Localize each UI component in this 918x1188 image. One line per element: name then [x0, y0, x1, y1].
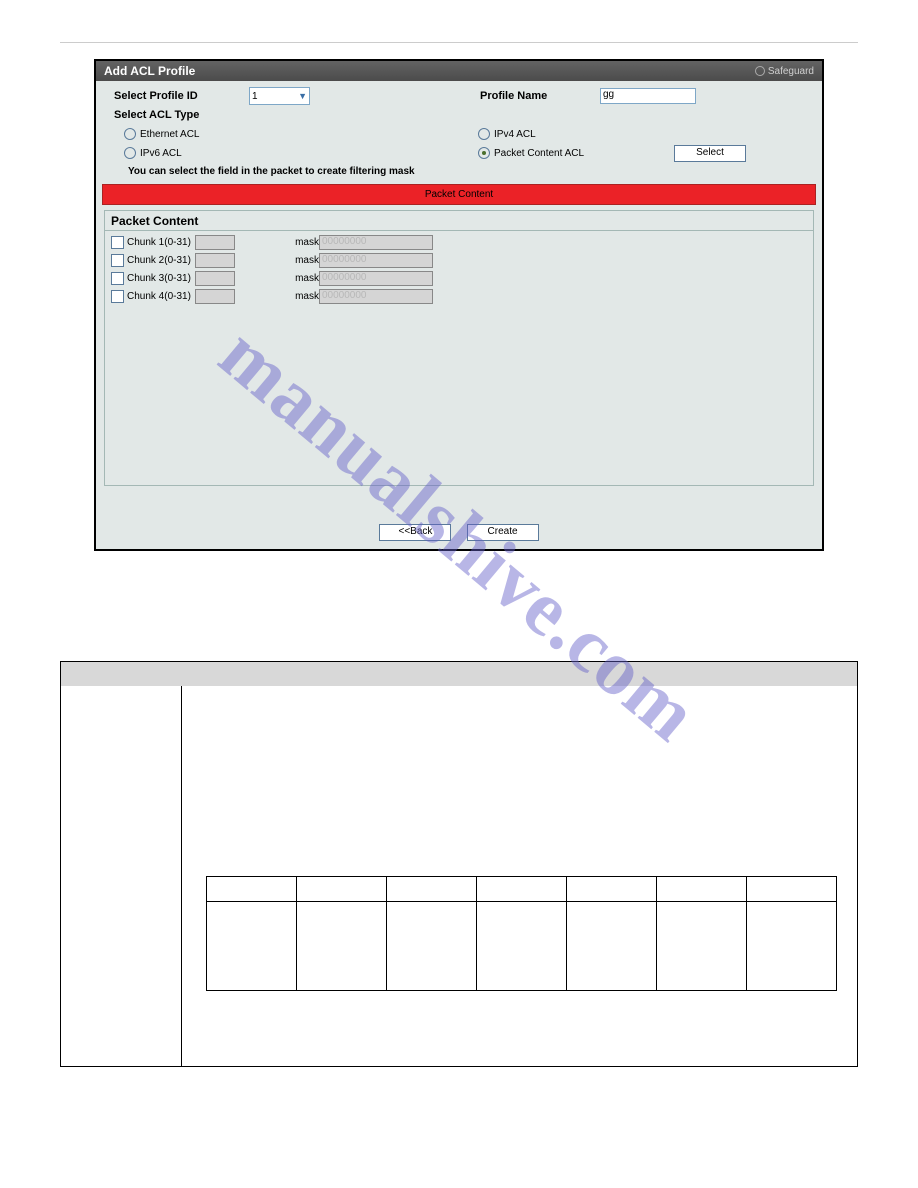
parameter-desc-col — [182, 686, 857, 1066]
chunk2-label: Chunk 2(0-31) — [127, 255, 195, 266]
packet-content-acl-label: Packet Content ACL — [494, 148, 674, 159]
chunk3-label: Chunk 3(0-31) — [127, 273, 195, 284]
chunk1-mask-input[interactable]: 00000000 — [319, 235, 433, 250]
add-acl-profile-dialog: Add ACL Profile Safeguard Select Profile… — [94, 59, 824, 551]
chunk4-mask-label: mask — [291, 291, 319, 302]
chunk3-checkbox[interactable] — [111, 272, 124, 285]
chunk2-checkbox[interactable] — [111, 254, 124, 267]
profile-id-select[interactable]: 1 ▼ — [249, 87, 310, 105]
profile-name-input[interactable]: gg — [600, 88, 696, 104]
back-button[interactable]: <<Back — [379, 524, 451, 541]
byte-layout-table — [206, 876, 837, 991]
instruction-text: You can select the field in the packet t… — [114, 163, 812, 179]
chunk4-mask-input[interactable]: 00000000 — [319, 289, 433, 304]
chunk3-mask-input[interactable]: 00000000 — [319, 271, 433, 286]
ipv4-acl-radio[interactable] — [478, 128, 490, 140]
select-profile-id-label: Select Profile ID — [114, 90, 249, 102]
packet-content-panel: Packet Content Chunk 1(0-31) mask 000000… — [104, 210, 814, 486]
create-button[interactable]: Create — [467, 524, 539, 541]
chunk1-mask-label: mask — [291, 237, 319, 248]
parameter-name-col — [61, 686, 182, 1066]
safeguard-icon — [755, 66, 765, 76]
chunk3-mask-label: mask — [291, 273, 319, 284]
chunk2-mask-input[interactable]: 00000000 — [319, 253, 433, 268]
chunk2-mask-label: mask — [291, 255, 319, 266]
dialog-titlebar: Add ACL Profile Safeguard — [96, 61, 822, 81]
ipv6-acl-radio[interactable] — [124, 147, 136, 159]
packet-content-header: Packet Content — [105, 211, 813, 231]
safeguard-indicator: Safeguard — [755, 66, 814, 77]
chunk1-label: Chunk 1(0-31) — [127, 237, 195, 248]
parameter-table-header — [61, 662, 857, 686]
select-acl-type-label: Select ACL Type — [114, 109, 249, 121]
chunk4-label: Chunk 4(0-31) — [127, 291, 195, 302]
profile-name-label: Profile Name — [480, 90, 600, 102]
ipv4-acl-label: IPv4 ACL — [494, 129, 536, 140]
chevron-down-icon: ▼ — [298, 91, 307, 101]
ethernet-acl-label: Ethernet ACL — [140, 129, 478, 140]
chunk3-value-input[interactable] — [195, 271, 235, 286]
packet-content-acl-radio[interactable] — [478, 147, 490, 159]
chunk1-value-input[interactable] — [195, 235, 235, 250]
chunk4-value-input[interactable] — [195, 289, 235, 304]
chunk2-value-input[interactable] — [195, 253, 235, 268]
chunk4-checkbox[interactable] — [111, 290, 124, 303]
ethernet-acl-radio[interactable] — [124, 128, 136, 140]
parameter-table — [60, 661, 858, 1067]
packet-content-bar: Packet Content — [102, 184, 816, 205]
select-button[interactable]: Select — [674, 145, 746, 162]
ipv6-acl-label: IPv6 ACL — [140, 148, 478, 159]
dialog-title: Add ACL Profile — [104, 64, 195, 78]
chunk1-checkbox[interactable] — [111, 236, 124, 249]
